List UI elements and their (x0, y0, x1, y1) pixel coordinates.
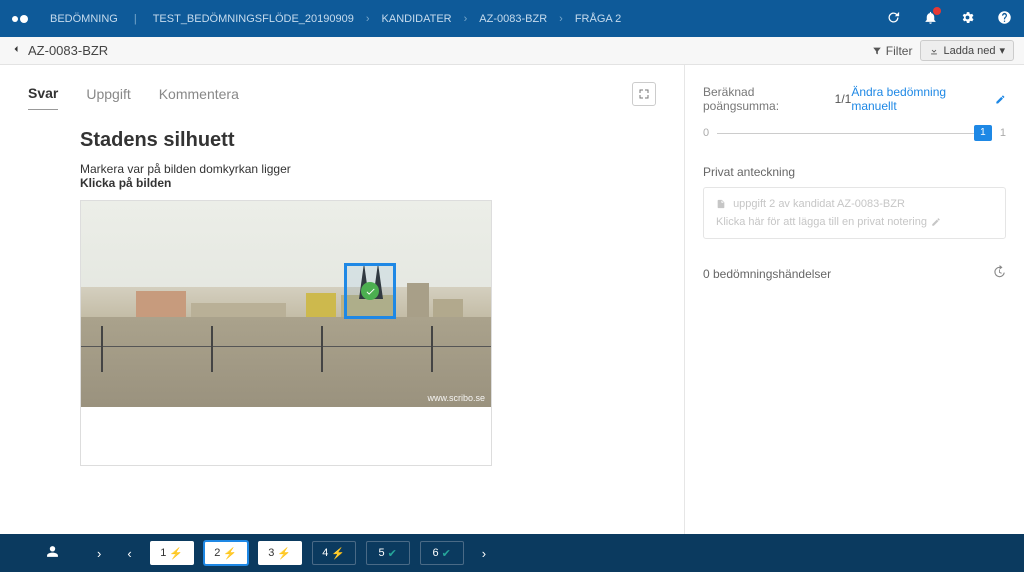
tab-svar[interactable]: Svar (28, 77, 58, 110)
notifications-icon[interactable] (923, 10, 938, 28)
prev-question-icon[interactable]: ‹ (119, 546, 139, 561)
chevron-down-icon: ▾ (999, 44, 1005, 57)
breadcrumb-question[interactable]: FRÅGA 2 (575, 13, 621, 25)
correct-check-icon (361, 282, 379, 300)
watermark: www.scribo.se (427, 393, 485, 403)
user-icon[interactable] (46, 545, 59, 561)
refresh-icon[interactable] (886, 10, 901, 28)
question-title: Stadens silhuett (80, 129, 656, 152)
score-panel: Beräknad poängsumma: 1/1 Ändra bedömning… (684, 65, 1024, 534)
breadcrumb: BEDÖMNING | TEST_BEDÖMNINGSFLÖDE_2019090… (50, 13, 621, 25)
slider-knob[interactable]: 1 (974, 125, 992, 141)
tab-kommentera[interactable]: Kommentera (159, 78, 239, 110)
breadcrumb-section[interactable]: KANDIDATER (382, 13, 452, 25)
question-box-5[interactable]: 5✔ (366, 541, 410, 565)
filter-button[interactable]: Filter (872, 44, 913, 58)
question-instructions: Markera var på bilden domkyrkan ligger K… (80, 162, 656, 190)
question-box-3[interactable]: 3⚡ (258, 541, 302, 565)
score-slider[interactable]: 0 1 1 (703, 127, 1006, 139)
question-box-1[interactable]: 1⚡ (150, 541, 194, 565)
back-chevron-icon[interactable] (10, 43, 22, 58)
score-label: Beräknad poängsumma: (703, 85, 831, 113)
bolt-icon: ⚡ (169, 547, 183, 560)
next-question-icon[interactable]: › (474, 546, 494, 561)
top-nav: BEDÖMNING | TEST_BEDÖMNINGSFLÖDE_2019090… (0, 0, 1024, 37)
candidate-title: AZ-0083-BZR (28, 43, 108, 58)
download-button[interactable]: Ladda ned ▾ (920, 40, 1014, 61)
answer-image[interactable]: www.scribo.se (80, 200, 492, 466)
check-icon: ✔ (388, 547, 397, 560)
tab-uppgift[interactable]: Uppgift (86, 78, 130, 110)
history-icon[interactable] (992, 265, 1006, 282)
breadcrumb-flow[interactable]: TEST_BEDÖMNINGSFLÖDE_20190909 (153, 13, 354, 25)
bolt-icon: ⚡ (277, 547, 291, 560)
bolt-icon: ⚡ (331, 547, 345, 560)
private-note-title: Privat anteckning (703, 165, 1006, 179)
city-image: www.scribo.se (81, 201, 491, 407)
breadcrumb-root[interactable]: BEDÖMNING (50, 13, 118, 25)
sub-header: AZ-0083-BZR Filter Ladda ned ▾ (0, 37, 1024, 65)
selection-box (344, 263, 396, 319)
private-note-box[interactable]: uppgift 2 av kandidat AZ-0083-BZR Klicka… (703, 187, 1006, 239)
check-icon: ✔ (442, 547, 451, 560)
bolt-icon: ⚡ (223, 547, 237, 560)
help-icon[interactable] (997, 10, 1012, 28)
question-box-6[interactable]: 6✔ (420, 541, 464, 565)
tabs: Svar Uppgift Kommentera (28, 77, 656, 111)
notification-badge (933, 7, 941, 15)
events-count: 0 bedömningshändelser (703, 267, 831, 281)
breadcrumb-candidate[interactable]: AZ-0083-BZR (479, 13, 547, 25)
manual-score-link[interactable]: Ändra bedömning manuellt (851, 85, 1006, 113)
question-box-2[interactable]: 2⚡ (204, 541, 248, 565)
answer-panel: Svar Uppgift Kommentera Stadens silhuett… (0, 65, 684, 534)
app-logo[interactable] (12, 15, 30, 23)
main-area: Svar Uppgift Kommentera Stadens silhuett… (0, 65, 1024, 534)
question-nav-bar: › ‹ 1⚡ 2⚡ 3⚡ 4⚡ 5✔ 6✔ › (0, 534, 1024, 572)
user-next-icon[interactable]: › (89, 546, 109, 561)
score-value: 1/1 (835, 92, 852, 106)
settings-icon[interactable] (960, 10, 975, 28)
expand-icon[interactable] (632, 82, 656, 106)
question-box-4[interactable]: 4⚡ (312, 541, 356, 565)
